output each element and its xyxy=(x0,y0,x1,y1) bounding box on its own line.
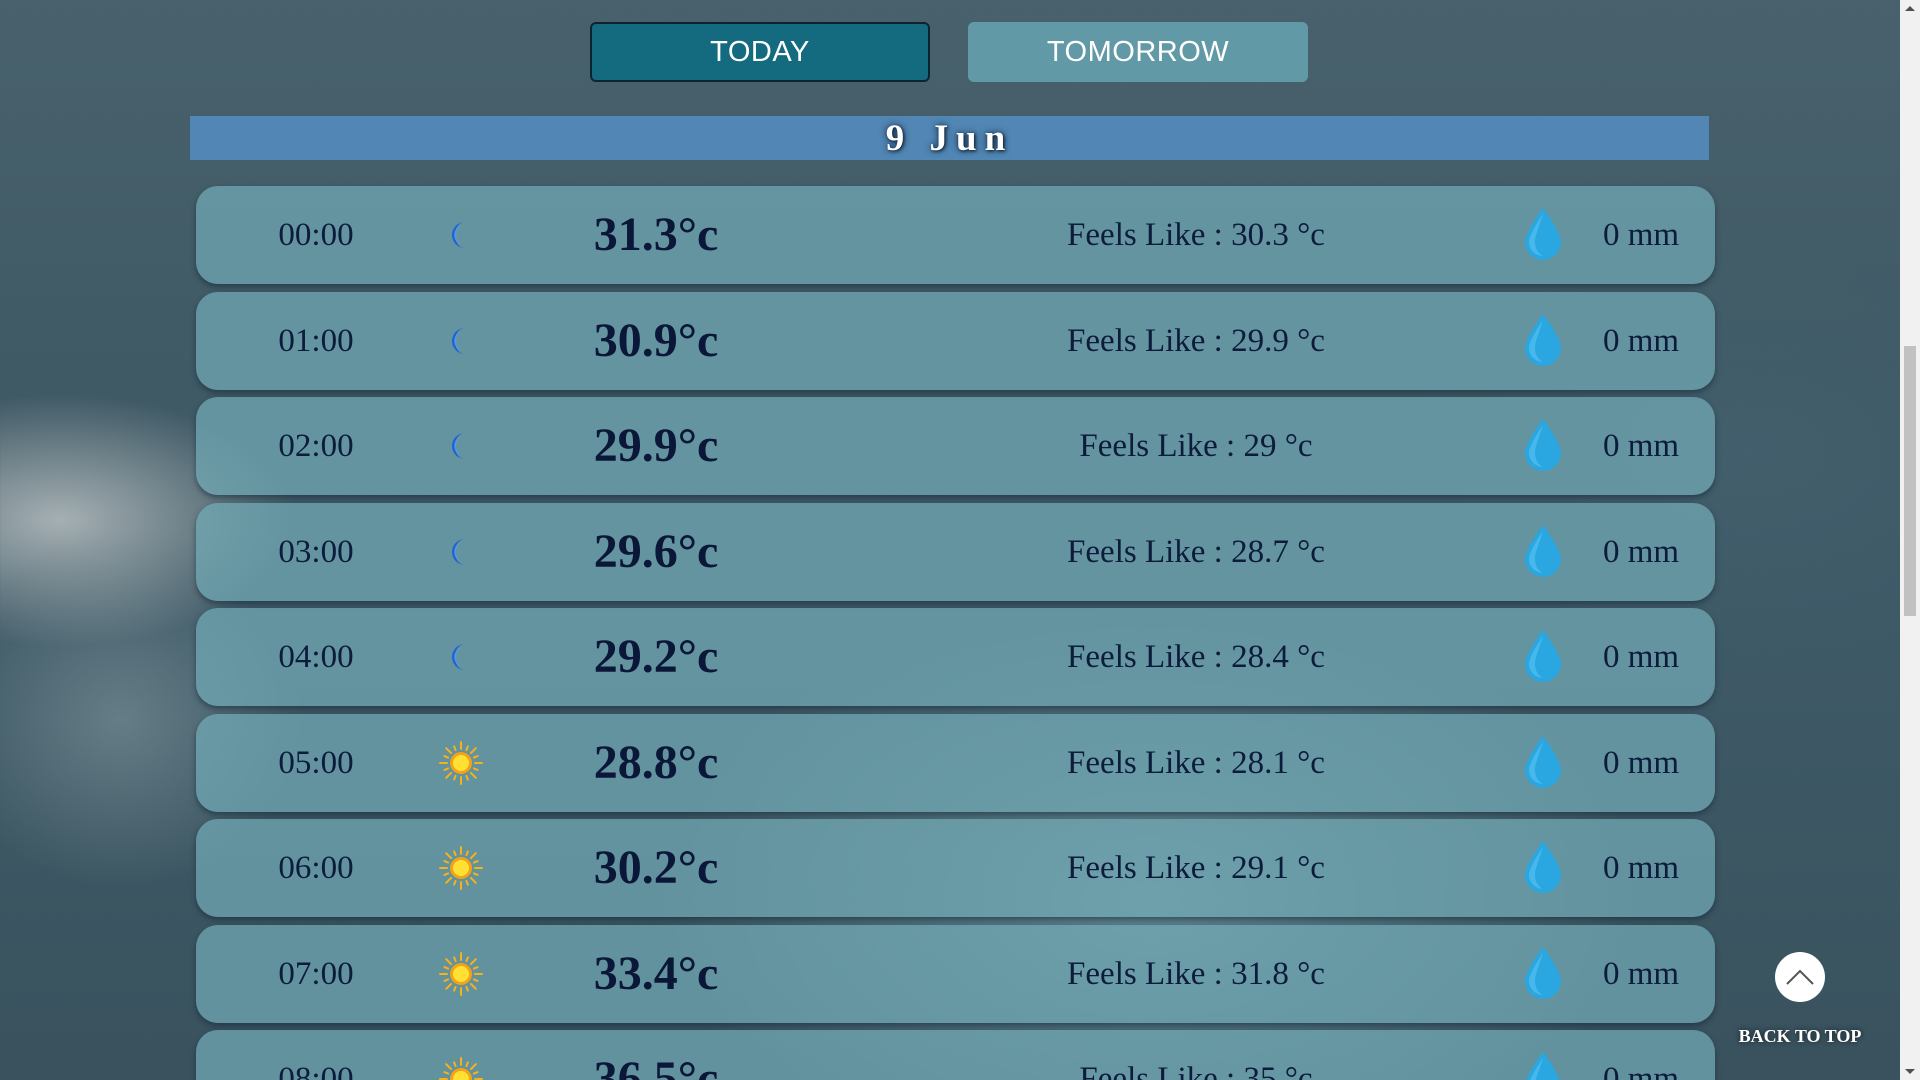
hour-time: 07:00 xyxy=(278,955,354,992)
date-label: 9 Jun xyxy=(885,117,1014,159)
hour-row: 00:00 31.3°c Feels Like : 30.3 °c 0 mm xyxy=(196,186,1715,284)
date-header: 9 Jun xyxy=(190,116,1709,160)
scroll-down-arrow-icon[interactable] xyxy=(1905,1069,1915,1074)
raindrop-icon xyxy=(1521,206,1565,262)
hour-time: 04:00 xyxy=(278,639,354,675)
sun-icon xyxy=(439,951,483,996)
tab-tomorrow[interactable]: TOMORROW xyxy=(968,22,1308,82)
hour-row: 06:00 30.2°c Feels Like : 29.1 °c 0 mm xyxy=(196,819,1715,917)
hour-precipitation: 0 mm xyxy=(1602,955,1680,992)
hour-time: 08:00 xyxy=(278,1061,354,1080)
moon-icon xyxy=(439,213,483,257)
hour-time: 03:00 xyxy=(278,533,354,570)
vertical-scrollbar[interactable] xyxy=(1900,0,1920,1080)
raindrop-icon xyxy=(1521,523,1565,579)
hour-precipitation: 0 mm xyxy=(1602,533,1680,570)
hour-feels-like: Feels Like : 35 °c xyxy=(1079,1061,1313,1080)
hour-temperature: 30.9°c xyxy=(593,313,719,367)
back-to-top-button[interactable]: BACK TO TOP xyxy=(1735,952,1865,1047)
back-to-top-circle[interactable] xyxy=(1775,952,1825,1002)
hour-feels-like: Feels Like : 30.3 °c xyxy=(1067,217,1325,253)
hour-temperature: 36.5°c xyxy=(593,1052,719,1080)
hour-row: 01:00 30.9°c Feels Like : 29.9 °c 0 mm xyxy=(196,291,1715,390)
hour-precipitation: 0 mm xyxy=(1602,428,1680,464)
hour-temperature: 29.2°c xyxy=(593,630,719,683)
hour-time: 01:00 xyxy=(278,322,354,359)
sun-icon xyxy=(439,740,483,785)
tab-today[interactable]: TODAY xyxy=(590,22,930,82)
hour-precipitation: 0 mm xyxy=(1602,322,1680,359)
raindrop-icon xyxy=(1521,628,1565,684)
hour-row: 03:00 29.6°c Feels Like : 28.7 °c 0 mm xyxy=(196,502,1715,601)
hour-precipitation: 0 mm xyxy=(1602,744,1680,781)
raindrop-icon xyxy=(1521,734,1565,790)
hour-feels-like: Feels Like : 29.9 °c xyxy=(1067,322,1325,359)
page: TODAY TOMORROW 9 Jun 00:00 31.3°c Feels Li… xyxy=(0,0,1900,1080)
raindrop-icon xyxy=(1521,945,1565,1001)
hour-time: 05:00 xyxy=(278,744,354,781)
hour-feels-like: Feels Like : 29 °c xyxy=(1079,428,1313,464)
hour-time: 06:00 xyxy=(278,850,354,886)
hour-row: 05:00 28.8°c Feels Like : 28.1 °c 0 mm xyxy=(196,713,1715,812)
moon-icon xyxy=(439,635,483,679)
hour-row: 04:00 29.2°c Feels Like : 28.4 °c 0 mm xyxy=(196,608,1715,706)
sun-icon xyxy=(439,1057,483,1080)
moon-icon xyxy=(439,530,483,574)
hour-precipitation: 0 mm xyxy=(1602,1061,1680,1080)
hour-temperature: 29.6°c xyxy=(593,524,719,578)
hour-feels-like: Feels Like : 31.8 °c xyxy=(1067,955,1325,992)
hour-temperature: 33.4°c xyxy=(593,946,719,1000)
hour-precipitation: 0 mm xyxy=(1602,639,1680,675)
hour-row: 08:00 36.5°c Feels Like : 35 °c 0 mm xyxy=(196,1030,1715,1080)
hour-precipitation: 0 mm xyxy=(1602,217,1680,253)
hour-time: 02:00 xyxy=(278,428,354,464)
scroll-up-arrow-icon[interactable] xyxy=(1905,6,1915,11)
hour-temperature: 29.9°c xyxy=(593,419,719,472)
hour-temperature: 28.8°c xyxy=(593,735,719,789)
moon-icon xyxy=(439,319,483,363)
hour-feels-like: Feels Like : 28.1 °c xyxy=(1067,744,1325,781)
raindrop-icon xyxy=(1521,839,1565,895)
raindrop-icon xyxy=(1521,1050,1565,1080)
raindrop-icon xyxy=(1521,417,1565,473)
back-to-top-label: BACK TO TOP xyxy=(1738,1026,1862,1046)
sun-icon xyxy=(439,846,483,890)
hour-precipitation: 0 mm xyxy=(1602,850,1680,886)
hour-row: 07:00 33.4°c Feels Like : 31.8 °c 0 mm xyxy=(196,924,1715,1023)
hour-feels-like: Feels Like : 29.1 °c xyxy=(1067,850,1325,886)
chevron-up-icon xyxy=(1786,969,1814,985)
hour-temperature: 30.2°c xyxy=(593,841,719,894)
hour-feels-like: Feels Like : 28.7 °c xyxy=(1067,533,1325,570)
hour-feels-like: Feels Like : 28.4 °c xyxy=(1067,639,1325,675)
hour-row: 02:00 29.9°c Feels Like : 29 °c 0 mm xyxy=(196,397,1715,495)
scrollbar-thumb[interactable] xyxy=(1904,346,1916,616)
raindrop-icon xyxy=(1521,312,1565,368)
moon-icon xyxy=(439,424,483,468)
hour-temperature: 31.3°c xyxy=(593,208,719,261)
hour-time: 00:00 xyxy=(278,217,354,253)
